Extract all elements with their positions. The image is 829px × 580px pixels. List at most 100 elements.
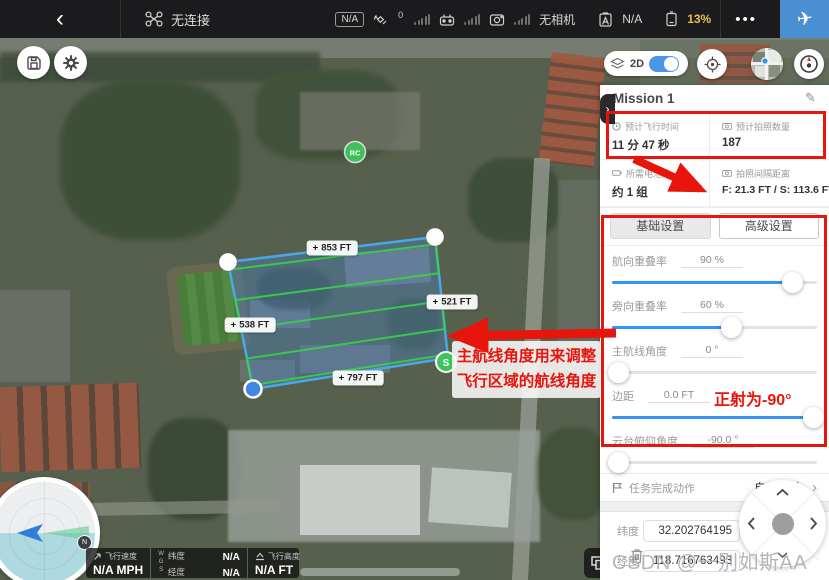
crosshair-icon: +	[433, 297, 439, 308]
layers-icon	[610, 57, 625, 70]
gimbal-pitch-value[interactable]: -90.0 °	[692, 434, 754, 448]
compass-reset-button[interactable]	[794, 49, 824, 79]
camera-signal-bars	[514, 14, 530, 25]
gimbal-pitch-slider[interactable]	[612, 461, 817, 464]
mission-settings-button[interactable]	[54, 46, 87, 79]
advanced-settings: 航向重叠率90 % 旁向重叠率60 % 主航线角度0 ° 边距0.0 FT 云台…	[600, 246, 829, 473]
compass-icon	[799, 54, 819, 74]
route-angle-slider[interactable]	[612, 371, 817, 374]
slider-knob[interactable]	[721, 317, 742, 338]
margin-slider[interactable]	[612, 416, 817, 419]
edge-length-right: +521 FT	[427, 295, 478, 310]
gear-icon	[62, 54, 80, 72]
slider-knob[interactable]	[608, 452, 629, 473]
map-mode-label: 2D	[630, 58, 644, 70]
gps-signal-bars	[414, 14, 430, 25]
map-sports-field	[176, 269, 241, 347]
save-icon	[26, 55, 42, 71]
drone-icon	[145, 11, 163, 27]
chevron-right-icon: ›	[606, 102, 610, 116]
mission-stats: 预计飞行时间 11 分 47 秒 预计拍照数量 187 所需电池数 约 1 组	[600, 113, 829, 208]
airplane-icon: ✈	[795, 7, 814, 32]
locate-icon	[704, 56, 721, 73]
edge-length-top: +853 FT	[307, 241, 358, 256]
map-trees	[258, 268, 330, 310]
stat-flight-time: 预计飞行时间 11 分 47 秒	[600, 113, 710, 160]
edit-mission-button[interactable]: ✎	[805, 90, 816, 106]
flag-icon	[612, 482, 623, 494]
course-overlap-value[interactable]: 90 %	[681, 254, 743, 268]
map-building	[240, 360, 295, 382]
takeoff-button[interactable]: ✈	[780, 0, 829, 38]
stat-photo-interval: 拍照间隔距离 F: 21.3 FT / S: 113.6 FT	[710, 160, 829, 207]
crosshair-icon: +	[313, 243, 319, 254]
nudge-center-button[interactable]	[772, 513, 794, 535]
telemetry-position: WGS 纬度N/A 经度N/A	[150, 548, 247, 578]
edge-length-left: +538 FT	[225, 318, 276, 333]
device-battery-percent: 13%	[687, 12, 711, 26]
minimap-thumbnail	[751, 48, 783, 80]
map-buildings	[0, 290, 70, 382]
satellite-count: 0	[398, 10, 403, 20]
toggle-knob	[664, 57, 678, 71]
telemetry-bar: 飞行速度 N/A MPH WGS 纬度N/A 经度N/A 飞行高度 N/A FT	[86, 548, 299, 578]
attitude-compass: N	[0, 477, 100, 580]
stat-battery-count: 所需电池数 约 1 组	[600, 160, 710, 207]
setting-course-overlap: 航向重叠率90 %	[612, 250, 817, 293]
map-buildings	[300, 92, 420, 150]
stat-photo-count: 预计拍照数量 187	[710, 113, 829, 160]
checklist-status: N/A	[622, 12, 642, 26]
locate-me-button[interactable]	[697, 49, 727, 79]
side-overlap-value[interactable]: 60 %	[681, 299, 743, 313]
ellipsis-icon: •••	[735, 11, 757, 28]
side-overlap-slider[interactable]	[612, 326, 817, 329]
more-menu-button[interactable]: •••	[720, 0, 771, 38]
map-building	[300, 465, 420, 535]
panel-collapse-button[interactable]: ›	[600, 94, 615, 124]
telemetry-speed: 飞行速度 N/A MPH	[86, 548, 150, 578]
map-building	[300, 345, 390, 373]
margin-value[interactable]: 0.0 FT	[648, 389, 710, 403]
nudge-right-button[interactable]	[809, 516, 818, 531]
course-overlap-slider[interactable]	[612, 281, 817, 284]
app-window: S RC +853 FT +521 FT +538 FT +797 FT ‹ 无…	[0, 0, 829, 580]
map-mode-control: 2D	[604, 51, 688, 76]
back-button[interactable]: ‹	[0, 0, 121, 38]
crosshair-icon: +	[231, 320, 237, 331]
tab-advanced-settings[interactable]: 高级设置	[719, 213, 820, 239]
device-battery-icon	[665, 11, 678, 27]
setting-side-overlap: 旁向重叠率60 %	[612, 295, 817, 338]
nudge-left-button[interactable]	[747, 516, 756, 531]
photo-icon	[722, 122, 732, 130]
setting-route-angle: 主航线角度0 °	[612, 340, 817, 383]
map-red-roofs	[539, 52, 607, 168]
telemetry-lng-value: N/A	[223, 566, 240, 580]
slider-knob[interactable]	[782, 272, 803, 293]
nudge-up-button[interactable]	[775, 488, 790, 497]
compass-needle	[0, 482, 95, 580]
telemetry-altitude: 飞行高度 N/A FT	[247, 548, 307, 578]
route-angle-value[interactable]: 0 °	[681, 344, 743, 358]
latitude-input[interactable]: 32.202764195	[643, 520, 740, 542]
camera-status: 无相机	[539, 11, 575, 28]
slider-knob[interactable]	[608, 362, 629, 383]
map-2d-toggle[interactable]	[649, 56, 679, 72]
altitude-icon	[255, 552, 265, 561]
tab-basic-settings[interactable]: 基础设置	[610, 213, 711, 239]
datum-label: WGS	[158, 550, 164, 578]
slider-knob[interactable]	[803, 407, 824, 428]
save-mission-button[interactable]	[17, 46, 50, 79]
annotation-note-gimbal: 正射为-90°	[714, 386, 792, 410]
telemetry-lat-value: N/A	[223, 550, 240, 566]
checklist-icon[interactable]	[598, 12, 613, 27]
camera-icon	[489, 13, 505, 26]
crosshair-icon: +	[339, 373, 345, 384]
gps-mode-badge: N/A	[335, 12, 364, 27]
map-building	[428, 467, 512, 527]
watermark: CSDN @一别如斯AA	[612, 546, 807, 575]
speed-icon	[93, 552, 102, 561]
settings-tabs: 基础设置 高级设置	[600, 208, 829, 246]
minimap-button[interactable]	[751, 48, 783, 80]
rc-signal-bars	[464, 14, 480, 25]
back-icon: ‹	[56, 5, 64, 33]
